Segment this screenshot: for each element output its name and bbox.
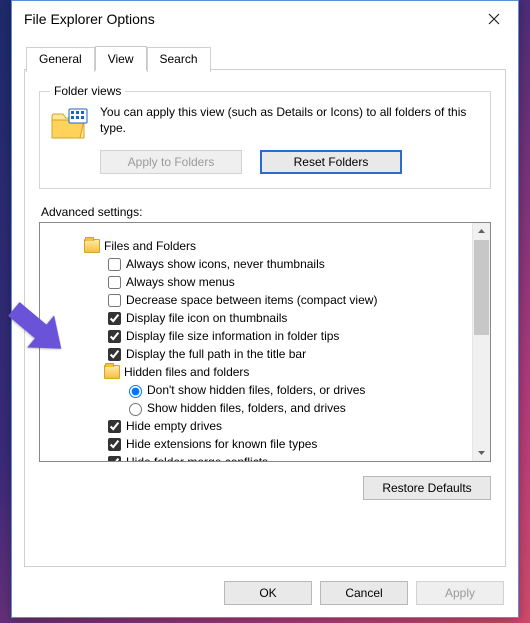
apply-button[interactable]: Apply [416, 581, 504, 605]
tree-group-files-and-folders[interactable]: Files and Folders [82, 237, 470, 255]
close-icon [488, 13, 500, 25]
tab-general[interactable]: General [26, 47, 95, 72]
tree-checkbox[interactable] [108, 258, 121, 271]
tree-checkbox[interactable] [108, 438, 121, 451]
close-button[interactable] [474, 5, 514, 33]
tree-checkbox[interactable] [108, 294, 121, 307]
tree-item-label: Show hidden files, folders, and drives [147, 401, 346, 415]
tree-item-label: Decrease space between items (compact vi… [126, 293, 377, 307]
tree-item-label: Hide empty drives [126, 419, 222, 433]
scroll-down-icon[interactable] [473, 444, 490, 461]
dialog-window: File Explorer Options General View Searc… [11, 0, 519, 618]
tree-checkbox[interactable] [108, 312, 121, 325]
tree-item[interactable]: Hide empty drives [82, 417, 470, 435]
tree-checkbox[interactable] [108, 348, 121, 361]
scroll-up-icon[interactable] [473, 223, 490, 240]
tree-radio[interactable] [129, 403, 142, 416]
tree-checkbox[interactable] [108, 330, 121, 343]
tree-radio[interactable] [129, 385, 142, 398]
tree-item[interactable]: Show hidden files, folders, and drives [82, 399, 470, 417]
tree-checkbox[interactable] [108, 456, 121, 462]
tree-item-label: Always show menus [126, 275, 235, 289]
titlebar: File Explorer Options [12, 1, 518, 37]
tab-search[interactable]: Search [147, 47, 211, 72]
tree-item[interactable]: Always show icons, never thumbnails [82, 255, 470, 273]
folder-icon [104, 365, 120, 379]
tree-item-label: Display the full path in the title bar [126, 347, 306, 361]
tree-item[interactable]: Display the full path in the title bar [82, 345, 470, 363]
tree-item[interactable]: Decrease space between items (compact vi… [82, 291, 470, 309]
tree-item[interactable]: Don't show hidden files, folders, or dri… [82, 381, 470, 399]
restore-defaults-button[interactable]: Restore Defaults [363, 476, 491, 500]
folder-views-group: Folder views You can app [39, 84, 491, 189]
tree-item[interactable]: Display file icon on thumbnails [82, 309, 470, 327]
tree-item-label: Hide extensions for known file types [126, 437, 317, 451]
tree-item-label: Don't show hidden files, folders, or dri… [147, 383, 365, 397]
tree-group-label: Files and Folders [104, 239, 196, 253]
tree-item-label: Always show icons, never thumbnails [126, 257, 325, 271]
dialog-client: General View Search Folder views [24, 45, 506, 567]
scroll-thumb[interactable] [474, 240, 489, 335]
folder-views-text: You can apply this view (such as Details… [100, 104, 480, 142]
tree-item-label: Display file icon on thumbnails [126, 311, 287, 325]
tree-item[interactable]: Always show menus [82, 273, 470, 291]
tree-item-label: Display file size information in folder … [126, 329, 339, 343]
ok-button[interactable]: OK [224, 581, 312, 605]
tree-item-label: Hide folder merge conflicts [126, 455, 268, 461]
tab-view[interactable]: View [95, 46, 147, 71]
tree-item[interactable]: Hide extensions for known file types [82, 435, 470, 453]
advanced-settings-tree[interactable]: Files and Folders Always show icons, neve… [39, 222, 491, 462]
tree-item[interactable]: Display file size information in folder … [82, 327, 470, 345]
folder-icon [84, 239, 100, 253]
tree-item[interactable]: Hide folder merge conflicts [82, 453, 470, 461]
tree-checkbox[interactable] [108, 420, 121, 433]
advanced-settings-label: Advanced settings: [41, 205, 491, 219]
cancel-button[interactable]: Cancel [320, 581, 408, 605]
apply-to-folders-button[interactable]: Apply to Folders [100, 150, 242, 174]
tree-group[interactable]: Hidden files and folders [82, 363, 470, 381]
folder-views-icon [50, 106, 90, 142]
tab-page-view: Folder views You can app [24, 69, 506, 567]
tree-checkbox[interactable] [108, 276, 121, 289]
reset-folders-button[interactable]: Reset Folders [260, 150, 402, 174]
tree-group-label: Hidden files and folders [124, 365, 249, 379]
window-title: File Explorer Options [24, 11, 155, 27]
tab-strip: General View Search [26, 45, 506, 70]
tree-scrollbar[interactable] [472, 223, 490, 461]
folder-views-legend: Folder views [50, 84, 125, 98]
dialog-buttons: OK Cancel Apply [224, 581, 504, 605]
